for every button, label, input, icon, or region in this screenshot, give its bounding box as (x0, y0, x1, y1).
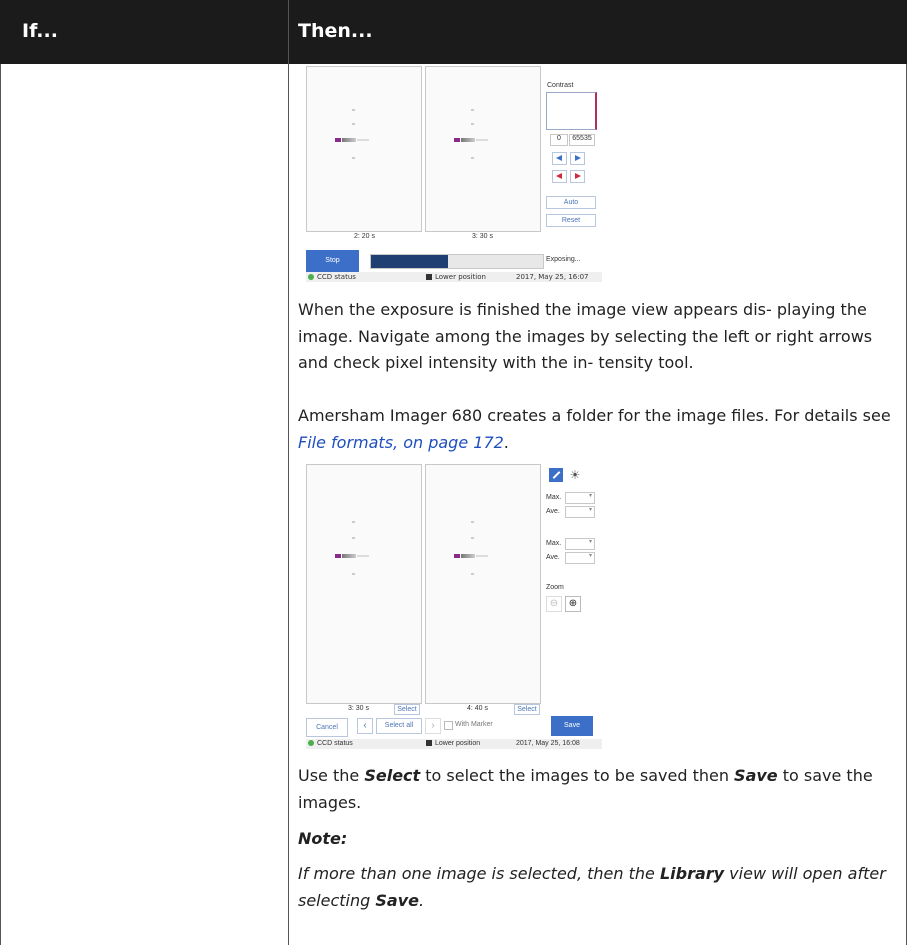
select-button-2[interactable]: Select (514, 704, 540, 715)
arrow-right-icon (575, 155, 581, 161)
paragraph-text: to select the images to be saved then (420, 766, 735, 785)
max-label-2: Max. (546, 540, 562, 547)
contrast-max-field[interactable]: 65535 (569, 134, 595, 146)
chevron-right-icon: › (431, 720, 435, 731)
max-field-2[interactable] (565, 538, 595, 550)
blue-right-arrow-button[interactable] (570, 152, 585, 165)
table-column-divider (288, 64, 289, 945)
image-panel-1 (306, 66, 422, 232)
arrow-left-icon (556, 155, 562, 161)
save-term: Save (734, 766, 778, 785)
position-icon (426, 740, 432, 747)
note-text-part: . (418, 890, 425, 910)
header-divider (288, 0, 289, 64)
max-label-1: Max. (546, 494, 562, 501)
pointer-icon (552, 471, 561, 479)
image-panel-1 (306, 464, 422, 704)
zoom-out-button[interactable]: ⊖ (546, 596, 562, 612)
stop-button[interactable]: Stop (306, 250, 359, 272)
red-left-arrow-button[interactable] (552, 170, 567, 183)
blot-band (335, 138, 341, 142)
arrow-right-icon (575, 173, 581, 179)
red-right-arrow-button[interactable] (570, 170, 585, 183)
cancel-button[interactable]: Cancel (306, 718, 348, 737)
select-button-1[interactable]: Select (394, 704, 420, 715)
paragraph-exposure-finished: When the exposure is finished the image … (298, 297, 894, 377)
zoom-out-icon: ⊖ (549, 598, 559, 609)
timestamp: 2017, May 25, 16:08 (516, 740, 580, 747)
position-label: Lower position (435, 273, 486, 281)
timestamp: 2017, May 25, 16:07 (516, 273, 589, 281)
ccd-status-label: CCD status (317, 740, 353, 747)
image-caption-2: 3: 30 s (472, 233, 494, 240)
ave-field-1[interactable] (565, 506, 595, 518)
note-text: If more than one image is selected, then… (298, 861, 894, 914)
image-panel-2 (425, 66, 541, 232)
image-caption-1: 3: 30 s (348, 705, 370, 712)
with-marker-label: With Marker (455, 721, 493, 728)
column-header-if: If... (22, 20, 58, 42)
status-ok-icon (308, 274, 314, 280)
zoom-label: Zoom (546, 584, 564, 591)
save-term: Save (375, 890, 419, 910)
image-panel-2 (425, 464, 541, 704)
progress-fill (371, 255, 449, 268)
brightness-tool-button[interactable]: ☀ (568, 468, 582, 482)
paragraph-text-end: . (503, 432, 509, 452)
paragraph-text: Amersham Imager 680 creates a folder for… (298, 406, 891, 425)
exposing-label: Exposing... (546, 256, 581, 263)
contrast-min-field[interactable]: 0 (550, 134, 568, 146)
status-bar: CCD status Lower position 2017, May 25, … (306, 272, 602, 282)
status-ok-icon (308, 740, 314, 747)
save-button[interactable]: Save (551, 716, 593, 736)
ave-label-2: Ave. (546, 554, 560, 561)
table-header: If... Then... (0, 0, 907, 64)
zoom-in-button[interactable]: ⊕ (565, 596, 581, 612)
reset-button[interactable]: Reset (546, 214, 596, 227)
blot-band (335, 554, 341, 558)
library-term: Library (659, 864, 725, 883)
image-caption-1: 2: 20 s (354, 233, 376, 240)
max-field-1[interactable] (565, 492, 595, 504)
note-heading: Note: (298, 826, 894, 853)
image-caption-2: 4: 40 s (467, 705, 489, 712)
paragraph-folder: Amersham Imager 680 creates a folder for… (298, 403, 894, 456)
auto-button[interactable]: Auto (546, 196, 596, 209)
exposure-screenshot: Contrast 0 65535 Auto Reset 2: 20 s 3: 3… (306, 66, 602, 272)
select-all-button[interactable]: Select all (376, 718, 422, 734)
file-formats-link[interactable]: File formats, on page 172 (298, 433, 504, 452)
paragraph-text: When the exposure is finished the image … (298, 300, 873, 372)
select-term: Select (364, 766, 421, 785)
ave-label-1: Ave. (546, 508, 560, 515)
column-header-then: Then... (298, 20, 373, 42)
note-text-part: If more than one image is selected, then… (298, 864, 660, 883)
table-border-left (0, 64, 1, 945)
zoom-in-icon: ⊕ (568, 598, 578, 609)
status-bar: CCD status Lower position 2017, May 25, … (306, 739, 602, 749)
arrow-left-icon (556, 173, 562, 179)
exposure-progress-bar (370, 254, 544, 269)
ave-field-2[interactable] (565, 552, 595, 564)
paragraph-text: Use the (298, 766, 365, 785)
note-heading-text: Note: (298, 829, 348, 848)
blot-band (454, 554, 460, 558)
next-button[interactable]: › (425, 718, 441, 734)
paragraph-select-save: Use the Select to select the images to b… (298, 763, 894, 816)
ccd-status-label: CCD status (317, 273, 356, 281)
contrast-histogram (546, 92, 597, 130)
previous-button[interactable]: ‹ (357, 718, 373, 734)
intensity-tool-button[interactable] (549, 468, 563, 482)
position-icon (426, 274, 432, 280)
sun-icon: ☀ (569, 468, 581, 482)
blue-left-arrow-button[interactable] (552, 152, 567, 165)
contrast-label: Contrast (547, 82, 574, 89)
position-label: Lower position (435, 740, 481, 747)
chevron-left-icon: ‹ (363, 720, 367, 731)
blot-band (454, 138, 460, 142)
with-marker-checkbox[interactable] (444, 721, 453, 730)
image-view-screenshot: ☀ Max. Ave. Max. Ave. Zoom ⊖ ⊕ 3: 30 s S… (306, 464, 602, 749)
